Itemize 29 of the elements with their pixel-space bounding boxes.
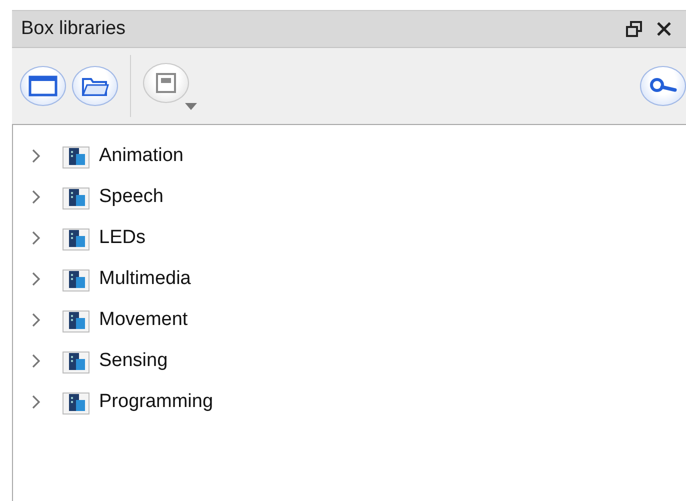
chevron-icon[interactable] <box>31 190 41 204</box>
close-button[interactable] <box>656 21 672 37</box>
folder-button[interactable] <box>72 66 118 106</box>
panel-title: Box libraries <box>21 18 127 40</box>
window-icon <box>28 74 58 98</box>
tree-item[interactable]: Animation <box>13 135 686 176</box>
chevron-icon[interactable] <box>31 272 41 286</box>
chevron-icon[interactable] <box>31 312 41 326</box>
window-button[interactable] <box>20 66 66 106</box>
tree-item-label: LEDs <box>99 226 146 248</box>
chevron-icon[interactable] <box>31 354 41 368</box>
chevron-icon[interactable] <box>31 148 41 162</box>
search-button[interactable] <box>640 66 686 106</box>
tree-item[interactable]: LEDs <box>13 217 686 258</box>
tree-item-label: Programming <box>99 390 214 412</box>
tree-item[interactable]: Movement <box>13 299 686 340</box>
caret-icon <box>185 102 197 110</box>
tree-item[interactable]: Programming <box>13 381 686 422</box>
restore-button[interactable] <box>626 21 642 37</box>
chevron-icon[interactable] <box>31 394 41 408</box>
tree-item[interactable]: Speech <box>13 176 686 217</box>
tree-item-label: Multimedia <box>99 268 191 290</box>
tree-item[interactable]: Sensing <box>13 340 686 381</box>
chevron-icon[interactable] <box>31 230 41 244</box>
tree-item-label: Movement <box>99 308 188 330</box>
tree-item-label: Sensing <box>99 350 168 372</box>
tree-item-label: Animation <box>99 144 184 166</box>
tree-item[interactable]: Multimedia <box>13 258 686 299</box>
tree-item-label: Speech <box>99 186 164 208</box>
